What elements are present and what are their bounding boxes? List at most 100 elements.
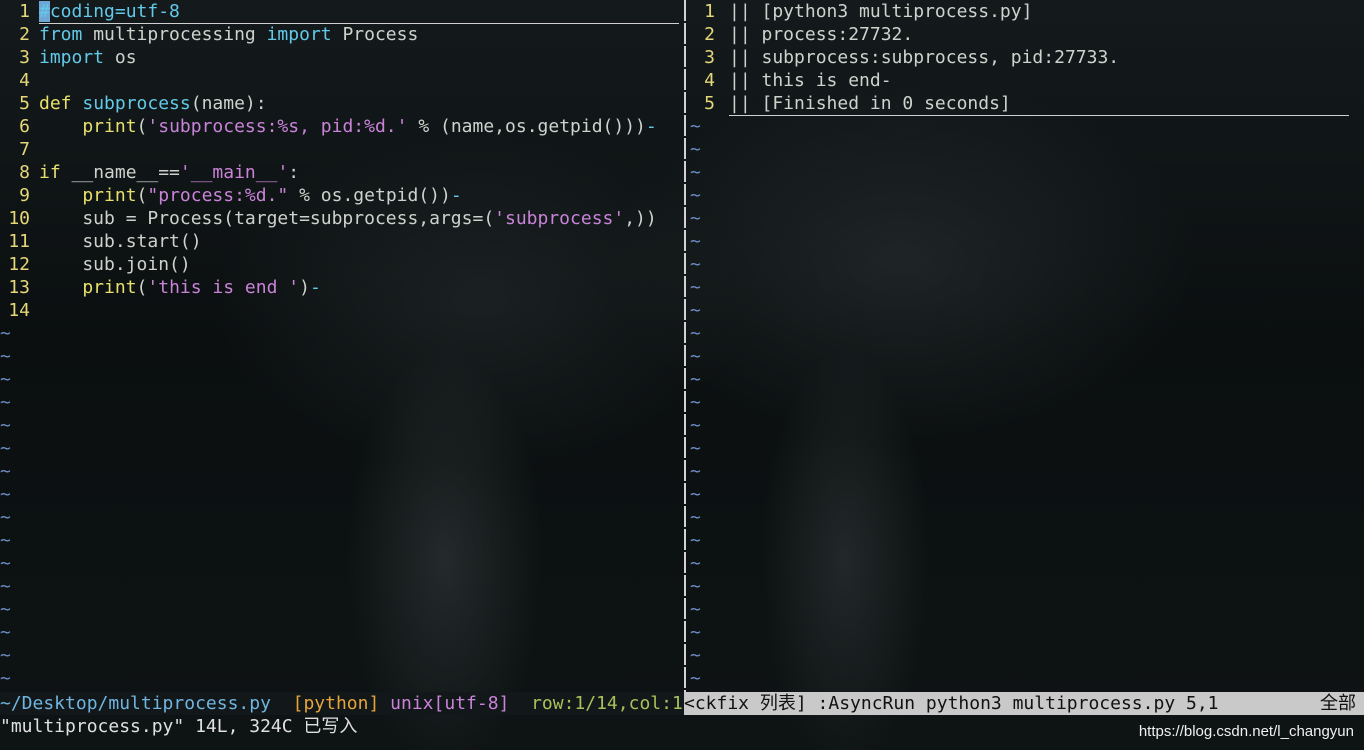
status-cursor-position: row:1/14,col:1 bbox=[531, 693, 683, 714]
command-line-message[interactable]: "multiprocess.py" 14L, 324C 已写入 bbox=[0, 715, 357, 738]
quickfix-line[interactable]: 1 || [python3 multiprocess.py] bbox=[690, 0, 1364, 23]
line-number: 1 bbox=[704, 1, 715, 22]
code-token: 'this is end ' bbox=[147, 277, 300, 298]
empty-line-tilde: ~ bbox=[690, 277, 701, 298]
code-token: % (name,os.getpid())) bbox=[407, 116, 646, 137]
code-token: print bbox=[39, 277, 137, 298]
empty-line-tilde: ~ bbox=[690, 599, 701, 620]
empty-line-tilde: ~ bbox=[690, 116, 701, 137]
code-text: from multiprocessing import Process bbox=[39, 24, 418, 45]
code-token: ,)) bbox=[624, 208, 657, 229]
code-line[interactable]: 8 if __name__=='__main__': bbox=[0, 161, 680, 184]
line-number: 3 bbox=[19, 47, 30, 68]
quickfix-text: || subprocess:subprocess, pid:27733. bbox=[729, 47, 1120, 68]
code-text: sub = Process(target=subprocess,args=('s… bbox=[39, 208, 657, 229]
code-token: - bbox=[309, 277, 321, 298]
empty-line-tilde: ~ bbox=[690, 392, 701, 413]
code-line[interactable]: 11 sub.start() bbox=[0, 230, 680, 253]
line-number: 2 bbox=[704, 24, 715, 45]
code-token: Process bbox=[331, 24, 419, 45]
quickfix-statusline: <ckfix 列表] :AsyncRun python3 multiproces… bbox=[684, 692, 1364, 715]
code-text: def subprocess(name): bbox=[39, 93, 267, 114]
empty-line-tilde: ~ bbox=[690, 668, 701, 689]
empty-line-tilde: ~ bbox=[0, 461, 11, 482]
empty-line-tilde: ~ bbox=[0, 415, 11, 436]
code-token: print bbox=[39, 185, 137, 206]
code-line[interactable]: 10 sub = Process(target=subprocess,args=… bbox=[0, 207, 680, 230]
watermark: https://blog.csdn.net/l_changyun bbox=[1138, 723, 1354, 740]
code-token: def bbox=[39, 93, 83, 114]
empty-line-tilde: ~ bbox=[690, 323, 701, 344]
empty-line-tilde: ~ bbox=[0, 507, 11, 528]
quickfix-line[interactable]: 3 || subprocess:subprocess, pid:27733. bbox=[690, 46, 1364, 69]
code-text: print('this is end ')- bbox=[39, 277, 321, 298]
code-token: multiprocessing bbox=[82, 24, 267, 45]
code-token: sub.join() bbox=[39, 254, 191, 275]
code-token: if bbox=[39, 162, 61, 183]
empty-line-tilde: ~ bbox=[690, 139, 701, 160]
line-number: 5 bbox=[19, 93, 30, 114]
empty-line-tilde: ~ bbox=[690, 185, 701, 206]
code-line[interactable]: 9 print("process:%d." % os.getpid())- bbox=[0, 184, 680, 207]
empty-line-tilde: ~ bbox=[690, 622, 701, 643]
code-line[interactable]: 5 def subprocess(name): bbox=[0, 92, 680, 115]
line-number: 6 bbox=[19, 116, 30, 137]
quickfix-status-text: <ckfix 列表] :AsyncRun python3 multiproces… bbox=[684, 693, 1219, 714]
code-token: ( bbox=[136, 277, 148, 298]
empty-line-tilde: ~ bbox=[690, 438, 701, 459]
empty-line-tilde: ~ bbox=[0, 553, 11, 574]
line-number: 1 bbox=[19, 1, 30, 22]
code-line[interactable]: 6 print('subprocess:%s, pid:%d.' % (name… bbox=[0, 115, 680, 138]
quickfix-status-all: 全部 bbox=[1320, 693, 1356, 714]
empty-line-tilde: ~ bbox=[0, 438, 11, 459]
quickfix-text: || [python3 multiprocess.py] bbox=[729, 1, 1033, 22]
code-token: 'subprocess' bbox=[494, 208, 625, 229]
quickfix-text: || this is end- bbox=[729, 70, 892, 91]
line-number: 2 bbox=[19, 24, 30, 45]
code-line[interactable]: 12 sub.join() bbox=[0, 253, 680, 276]
code-line[interactable]: 2 from multiprocessing import Process bbox=[0, 23, 680, 46]
empty-line-tilde: ~ bbox=[690, 507, 701, 528]
empty-line-tilde: ~ bbox=[690, 369, 701, 390]
empty-line-tilde: ~ bbox=[690, 530, 701, 551]
code-text: sub.start() bbox=[39, 231, 202, 252]
empty-line-tilde: ~ bbox=[0, 346, 11, 367]
code-token: 'subprocess:%s, pid:%d.' bbox=[147, 116, 408, 137]
code-text: sub.join() bbox=[39, 254, 191, 275]
code-token: sub.start() bbox=[39, 231, 202, 252]
code-line[interactable]: 13 print('this is end ')- bbox=[0, 276, 680, 299]
empty-line-tilde: ~ bbox=[690, 645, 701, 666]
quickfix-line[interactable]: 5 || [Finished in 0 seconds] bbox=[690, 92, 1364, 116]
code-line[interactable]: 14 bbox=[0, 299, 680, 322]
empty-line-tilde: ~ bbox=[690, 208, 701, 229]
line-number: 4 bbox=[19, 70, 30, 91]
line-number: 8 bbox=[19, 162, 30, 183]
empty-line-tilde: ~ bbox=[690, 254, 701, 275]
code-token: ) bbox=[299, 277, 310, 298]
empty-line-tilde: ~ bbox=[690, 300, 701, 321]
code-token: '__main__' bbox=[179, 162, 289, 183]
quickfix-text: || process:27732. bbox=[729, 24, 914, 45]
code-line[interactable]: 4 bbox=[0, 69, 680, 92]
code-token: % os.getpid()) bbox=[288, 185, 451, 206]
code-line[interactable]: 3 import os bbox=[0, 46, 680, 69]
code-token: from bbox=[39, 24, 83, 45]
status-filetype: [python] bbox=[292, 693, 380, 714]
code-token: - bbox=[450, 185, 462, 206]
empty-line-tilde: ~ bbox=[690, 231, 701, 252]
code-line[interactable]: 1 #coding=utf-8 bbox=[0, 0, 680, 24]
line-number: 7 bbox=[19, 139, 30, 160]
quickfix-line[interactable]: 4 || this is end- bbox=[690, 69, 1364, 92]
code-text: if __name__=='__main__': bbox=[39, 162, 299, 183]
quickfix-line[interactable]: 2 || process:27732. bbox=[690, 23, 1364, 46]
code-line[interactable]: 7 bbox=[0, 138, 680, 161]
code-token: __name__== bbox=[60, 162, 180, 183]
editor-pane[interactable]: 1 #coding=utf-8 2 from multiprocessing impo… bbox=[0, 0, 680, 692]
empty-line-tilde: ~ bbox=[0, 530, 11, 551]
code-token: import bbox=[39, 47, 105, 68]
empty-line-tilde: ~ bbox=[0, 323, 11, 344]
quickfix-pane[interactable]: 1 || [python3 multiprocess.py] 2 || process… bbox=[690, 0, 1364, 692]
empty-line-tilde: ~ bbox=[0, 576, 11, 597]
empty-line-tilde: ~ bbox=[690, 346, 701, 367]
vertical-split-separator[interactable] bbox=[680, 0, 690, 692]
